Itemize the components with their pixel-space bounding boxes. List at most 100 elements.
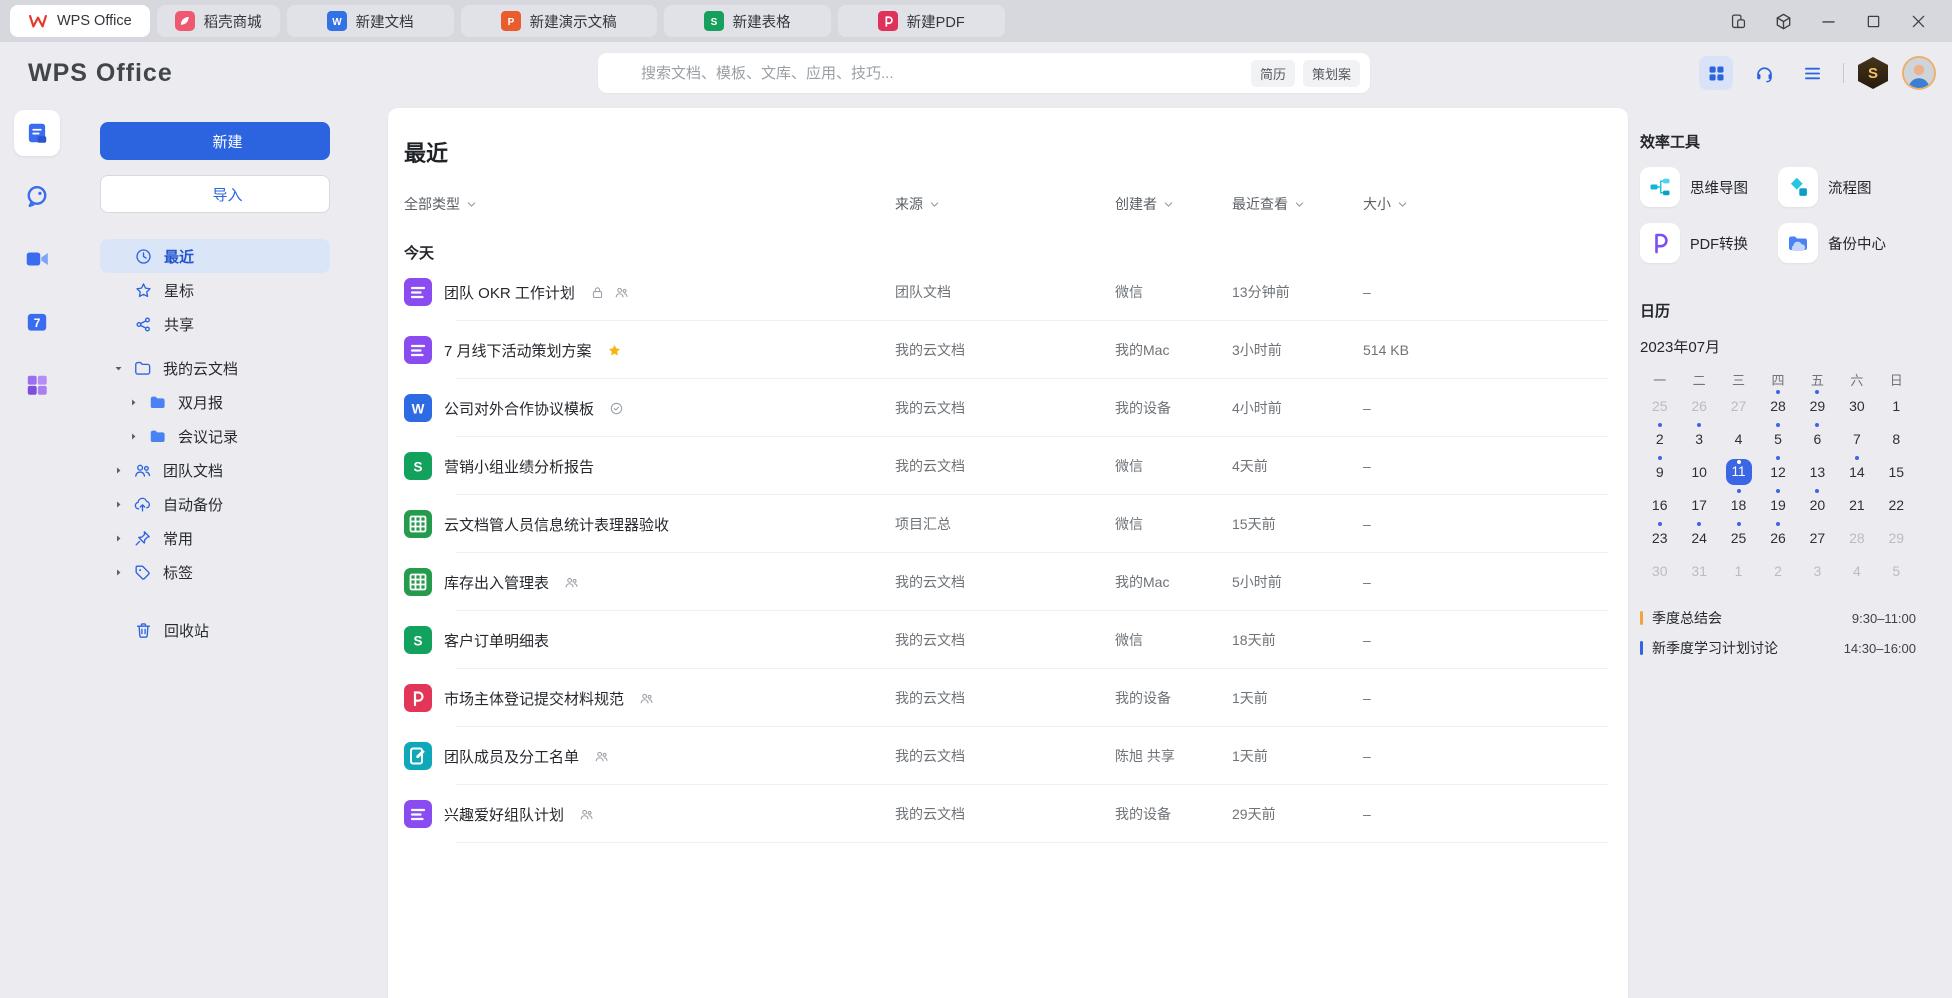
tree-item-3[interactable]: 常用 xyxy=(100,521,330,555)
calendar-day[interactable]: 2 xyxy=(1758,554,1797,587)
sidebar-item-0[interactable]: 最近 xyxy=(100,239,330,273)
tool-backup-center[interactable]: 备份中心 xyxy=(1778,223,1916,263)
calendar-day[interactable]: 3 xyxy=(1798,554,1837,587)
sidebar-item-2[interactable]: 共享 xyxy=(100,307,330,341)
sidebar-item-1[interactable]: 星标 xyxy=(100,273,330,307)
calendar-day[interactable]: 20 xyxy=(1798,488,1837,521)
new-document-button[interactable]: 新建 xyxy=(100,122,330,160)
file-row[interactable]: 市场主体登记提交材料规范我的云文档我的设备1天前– xyxy=(404,669,1608,727)
caret-right-icon[interactable] xyxy=(112,566,125,579)
calendar-day[interactable]: 27 xyxy=(1719,389,1758,422)
calendar-day[interactable]: 17 xyxy=(1679,488,1718,521)
svip-badge[interactable]: S xyxy=(1858,57,1888,89)
global-search[interactable]: 简历 策划案 xyxy=(598,53,1370,93)
settings-gear-icon[interactable] xyxy=(1553,142,1573,162)
tab-list-dropdown[interactable] xyxy=(1045,8,1071,34)
apps-grid-button[interactable] xyxy=(1699,56,1733,90)
calendar-day[interactable]: 29 xyxy=(1877,521,1916,554)
close-icon[interactable] xyxy=(1909,12,1928,31)
tab-4[interactable]: S新建表格 xyxy=(664,5,831,37)
tool-flowchart[interactable]: 流程图 xyxy=(1778,167,1916,207)
filter-4[interactable]: 大小 xyxy=(1363,194,1608,214)
device-icon[interactable] xyxy=(1729,12,1748,31)
file-row[interactable]: 库存出入管理表我的云文档我的Mac5小时前– xyxy=(404,553,1608,611)
filter-3[interactable]: 最近查看 xyxy=(1232,194,1363,214)
search-tag-plan[interactable]: 策划案 xyxy=(1303,60,1360,87)
rail-item-meeting[interactable] xyxy=(14,236,60,282)
caret-right-icon[interactable] xyxy=(112,498,125,511)
maximize-icon[interactable] xyxy=(1864,12,1883,31)
calendar-day[interactable]: 11 xyxy=(1719,455,1758,488)
tool-mindmap[interactable]: 思维导图 xyxy=(1640,167,1778,207)
new-tab-button[interactable] xyxy=(1012,8,1038,34)
calendar-day[interactable]: 25 xyxy=(1640,389,1679,422)
tab-5[interactable]: 新建PDF xyxy=(838,5,1005,37)
calendar-day[interactable]: 9 xyxy=(1640,455,1679,488)
workspace-cube-icon[interactable] xyxy=(1774,12,1793,31)
calendar-day[interactable]: 29 xyxy=(1798,389,1837,422)
tree-child-0-1[interactable]: 会议记录 xyxy=(100,419,330,453)
calendar-day[interactable]: 28 xyxy=(1837,521,1876,554)
calendar-day[interactable]: 12 xyxy=(1758,455,1797,488)
calendar-day[interactable]: 27 xyxy=(1798,521,1837,554)
calendar-day[interactable]: 5 xyxy=(1877,554,1916,587)
caret-right-icon[interactable] xyxy=(112,532,125,545)
calendar-day[interactable]: 26 xyxy=(1758,521,1797,554)
filter-2[interactable]: 创建者 xyxy=(1115,194,1232,214)
tree-item-1[interactable]: 团队文档 xyxy=(100,453,330,487)
caret-right-icon[interactable] xyxy=(112,464,125,477)
tree-item-0[interactable]: 我的云文档 xyxy=(100,351,330,385)
tree-item-4[interactable]: 标签 xyxy=(100,555,330,589)
calendar-day[interactable]: 16 xyxy=(1640,488,1679,521)
file-row[interactable]: 团队 OKR 工作计划团队文档微信13分钟前– xyxy=(404,263,1608,321)
tab-3[interactable]: P新建演示文稿 xyxy=(461,5,657,37)
search-tag-resume[interactable]: 简历 xyxy=(1251,60,1295,87)
calendar-event[interactable]: 季度总结会9:30–11:00 xyxy=(1640,603,1916,633)
tree-child-0-0[interactable]: 双月报 xyxy=(100,385,330,419)
tab-2[interactable]: W新建文档 xyxy=(287,5,454,37)
calendar-day[interactable]: 30 xyxy=(1837,389,1876,422)
calendar-day[interactable]: 8 xyxy=(1877,422,1916,455)
file-row[interactable]: 7 月线下活动策划方案我的云文档我的Mac3小时前514 KB xyxy=(404,321,1608,379)
file-row[interactable]: 兴趣爱好组队计划我的云文档我的设备29天前– xyxy=(404,785,1608,843)
calendar-day[interactable]: 7 xyxy=(1837,422,1876,455)
calendar-day[interactable]: 26 xyxy=(1679,389,1718,422)
caret-right-icon[interactable] xyxy=(127,396,140,409)
calendar-day[interactable]: 1 xyxy=(1719,554,1758,587)
add-event-icon[interactable] xyxy=(1898,302,1916,320)
calendar-day[interactable]: 31 xyxy=(1679,554,1718,587)
tree-item-2[interactable]: 自动备份 xyxy=(100,487,330,521)
calendar-day[interactable]: 4 xyxy=(1719,422,1758,455)
calendar-day[interactable]: 15 xyxy=(1877,455,1916,488)
calendar-event[interactable]: 新季度学习计划讨论14:30–16:00 xyxy=(1640,633,1916,663)
calendar-day[interactable]: 14 xyxy=(1837,455,1876,488)
calendar-day[interactable]: 25 xyxy=(1719,521,1758,554)
calendar-day[interactable]: 5 xyxy=(1758,422,1797,455)
rail-item-chat[interactable] xyxy=(14,173,60,219)
calendar-day[interactable]: 28 xyxy=(1758,389,1797,422)
rail-item-apps-purple[interactable] xyxy=(14,362,60,408)
filter-0[interactable]: 全部类型 xyxy=(404,194,895,214)
search-input[interactable] xyxy=(641,65,1243,82)
tool-pdf-convert[interactable]: PDF转换 xyxy=(1640,223,1778,263)
sidebar-item-trash[interactable]: 回收站 xyxy=(100,613,330,647)
calendar-next-icon[interactable] xyxy=(1901,339,1916,354)
caret-down-icon[interactable] xyxy=(112,362,125,375)
calendar-day[interactable]: 10 xyxy=(1679,455,1718,488)
caret-right-icon[interactable] xyxy=(127,430,140,443)
calendar-day[interactable]: 18 xyxy=(1719,488,1758,521)
rail-item-docs[interactable] xyxy=(14,110,60,156)
minimize-icon[interactable] xyxy=(1819,12,1838,31)
calendar-day[interactable]: 6 xyxy=(1798,422,1837,455)
calendar-day[interactable]: 4 xyxy=(1837,554,1876,587)
calendar-day[interactable]: 19 xyxy=(1758,488,1797,521)
tab-1[interactable]: 稻壳商城 xyxy=(157,5,280,37)
avatar[interactable] xyxy=(1902,56,1936,90)
calendar-day[interactable]: 1 xyxy=(1877,389,1916,422)
file-row[interactable]: 云文档管人员信息统计表理器验收项目汇总微信15天前– xyxy=(404,495,1608,553)
tab-0[interactable]: WPS Office xyxy=(10,5,150,37)
file-row[interactable]: W公司对外合作协议模板我的云文档我的设备4小时前– xyxy=(404,379,1608,437)
calendar-day[interactable]: 23 xyxy=(1640,521,1679,554)
file-row[interactable]: 团队成员及分工名单我的云文档陈旭 共享1天前– xyxy=(404,727,1608,785)
calendar-day[interactable]: 2 xyxy=(1640,422,1679,455)
